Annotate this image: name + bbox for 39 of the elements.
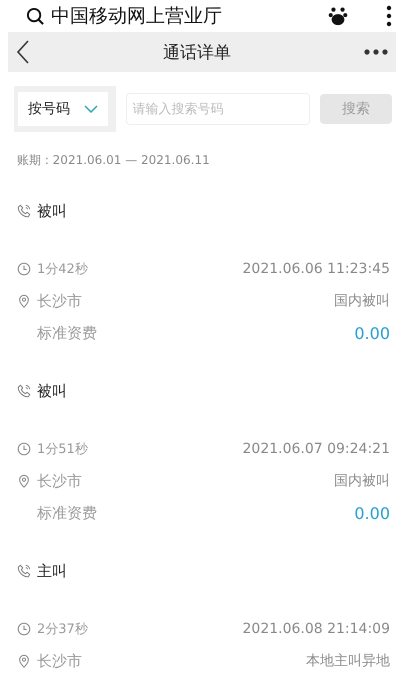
more-icon[interactable]: [364, 49, 388, 55]
call-duration: 2分37秒: [37, 621, 89, 638]
phone-icon: [17, 204, 31, 218]
phone-icon: [17, 384, 31, 398]
call-type: 主叫: [37, 562, 67, 580]
call-type: 被叫: [37, 202, 67, 220]
fee-amount: 0.00: [354, 324, 390, 342]
call-time: 2021.06.07 09:24:21: [242, 441, 390, 457]
browser-title[interactable]: 中国移动网上营业厅: [51, 3, 322, 29]
clock-icon: [17, 622, 31, 636]
billing-period: 账期 : 2021.06.01 — 2021.06.11: [16, 152, 211, 169]
phone-icon: [17, 564, 31, 578]
call-time: 2021.06.06 11:23:45: [242, 261, 390, 277]
fee-amount: 0.00: [354, 504, 390, 522]
fee-label: 标准资费: [36, 504, 98, 522]
more-menu-icon[interactable]: [386, 5, 392, 27]
call-category: 国内被叫: [334, 292, 390, 310]
call-duration: 1分42秒: [37, 261, 89, 278]
call-time: 2021.06.08 21:14:09: [242, 621, 390, 637]
location-pin-icon: [17, 474, 31, 488]
page-title: 通话详单: [163, 42, 231, 64]
chevron-down-icon: [84, 105, 98, 113]
clock-icon: [17, 442, 31, 456]
call-location: 长沙市: [37, 472, 83, 490]
clock-icon: [17, 262, 31, 276]
call-location: 长沙市: [37, 292, 83, 310]
call-location: 长沙市: [37, 652, 83, 670]
search-field[interactable]: 请输入搜索号码: [126, 93, 310, 125]
paw-icon[interactable]: [328, 6, 348, 26]
call-duration: 1分51秒: [37, 441, 89, 458]
call-category: 国内被叫: [334, 472, 390, 490]
location-pin-icon: [17, 294, 31, 308]
call-type: 被叫: [37, 382, 67, 400]
filter-dropdown[interactable]: 按号码: [18, 92, 108, 126]
location-pin-icon: [17, 654, 31, 668]
search-icon[interactable]: [26, 6, 45, 26]
back-icon[interactable]: [16, 39, 30, 65]
call-category: 本地主叫异地: [306, 652, 390, 670]
fee-label: 标准资费: [36, 324, 98, 342]
